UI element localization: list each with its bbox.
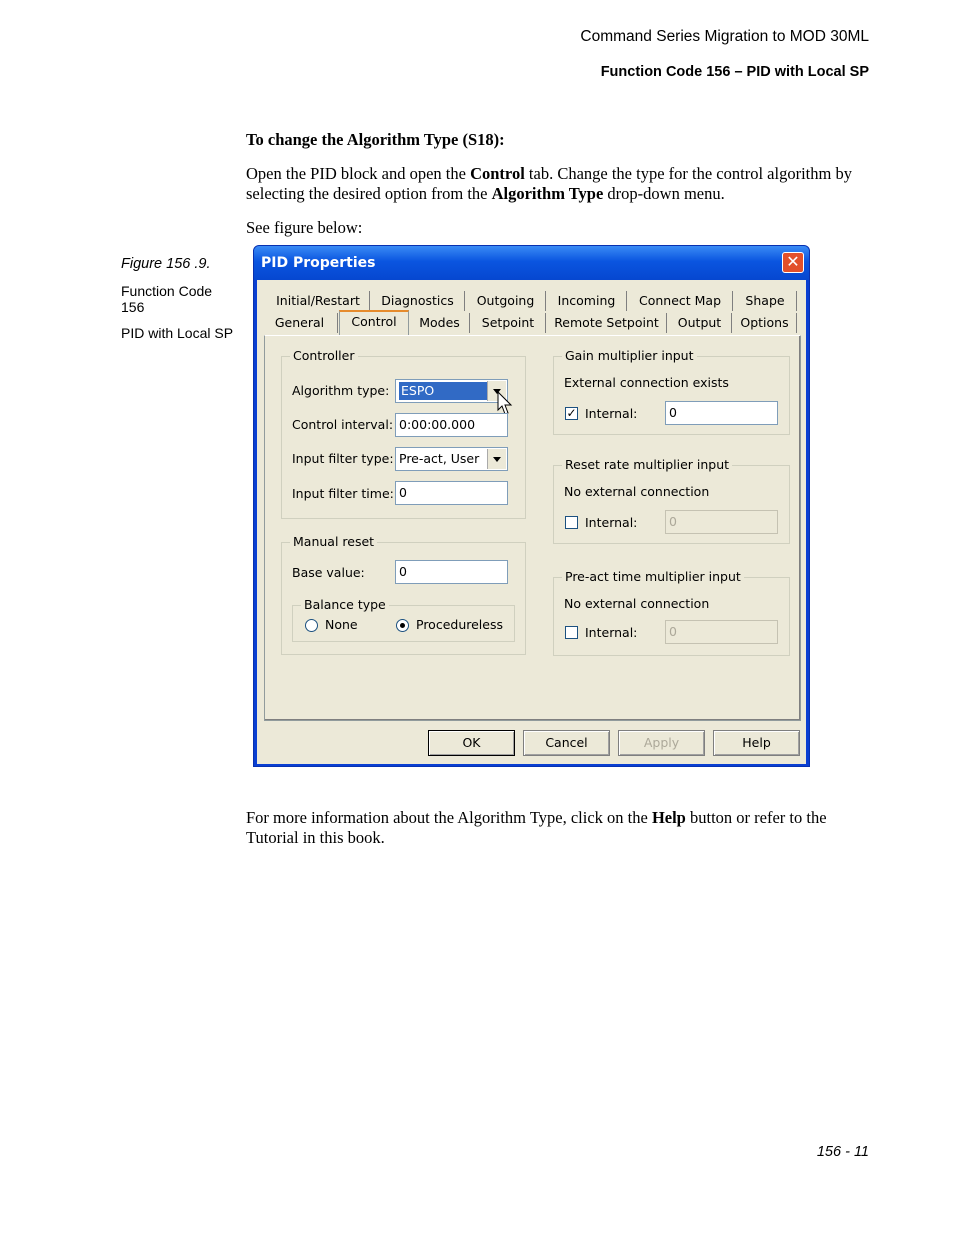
gain-internal-label: Internal: — [585, 406, 638, 421]
figure-caption: Figure 156 .9. — [121, 256, 211, 272]
manual-reset-group-label: Manual reset — [290, 534, 378, 549]
ok-button[interactable]: OK — [428, 730, 515, 756]
running-header-title: Command Series Migration to MOD 30ML — [580, 28, 869, 45]
input-filter-type-label: Input filter type: — [292, 451, 394, 466]
gain-multiplier-label: Gain multiplier input — [562, 348, 697, 363]
reset-internal-input[interactable]: 0 — [665, 510, 778, 534]
gain-multiplier-group: Gain multiplier input External connectio… — [553, 348, 790, 435]
tab-diagnostics[interactable]: Diagnostics — [371, 291, 465, 311]
control-interval-input[interactable]: 0:00:00.000 — [395, 413, 508, 437]
reset-internal-label: Internal: — [585, 515, 638, 530]
radio-none[interactable] — [305, 619, 318, 632]
dialog-title: PID Properties — [261, 255, 376, 271]
radio-none-label: None — [325, 617, 358, 632]
preact-time-multiplier-group: Pre-act time multiplier input No externa… — [553, 569, 790, 656]
tab-general[interactable]: General — [262, 313, 338, 333]
figure-label-function-code: Function Code 156 — [121, 283, 213, 315]
manual-reset-group: Manual reset Base value: 0 Balance type … — [281, 534, 526, 655]
algorithm-type-label: Algorithm type: — [292, 383, 390, 398]
tab-control[interactable]: Control — [339, 310, 409, 335]
see-figure-text: See figure below: — [246, 218, 363, 237]
tab-output[interactable]: Output — [668, 313, 732, 333]
controller-group: Controller Algorithm type: ESPO Control … — [281, 348, 526, 519]
close-icon[interactable]: ✕ — [782, 252, 804, 273]
base-value-label: Base value: — [292, 565, 365, 580]
radio-procedureless[interactable] — [396, 619, 409, 632]
reset-rate-multiplier-group: Reset rate multiplier input No external … — [553, 457, 790, 544]
base-value-input[interactable]: 0 — [395, 560, 508, 584]
algorithm-type-dropdown[interactable]: ESPO — [395, 379, 508, 403]
chevron-down-icon[interactable] — [487, 449, 506, 469]
tab-row-1: Initial/Restart Diagnostics Outgoing Inc… — [267, 291, 802, 311]
tab-modes[interactable]: Modes — [410, 313, 470, 333]
figure-label-pid: PID with Local SP — [121, 325, 234, 341]
running-header-section: Function Code 156 – PID with Local SP — [600, 64, 869, 80]
gain-internal-checkbox[interactable]: ✓ — [565, 407, 578, 420]
preact-internal-checkbox[interactable] — [565, 626, 578, 639]
cancel-button[interactable]: Cancel — [523, 730, 610, 756]
tab-options[interactable]: Options — [733, 313, 797, 333]
page-number: 156 - 11 — [816, 1144, 869, 1160]
algorithm-type-value: ESPO — [399, 382, 487, 400]
tab-remote-setpoint[interactable]: Remote Setpoint — [547, 313, 667, 333]
input-filter-type-value: Pre-act, User — [399, 451, 480, 466]
reset-internal-checkbox[interactable] — [565, 516, 578, 529]
tab-shape[interactable]: Shape — [734, 291, 797, 311]
preact-internal-label: Internal: — [585, 625, 638, 640]
balance-type-label: Balance type — [301, 597, 389, 612]
input-filter-type-dropdown[interactable]: Pre-act, User — [395, 447, 508, 471]
tab-initial-restart[interactable]: Initial/Restart — [267, 291, 370, 311]
reset-rate-multiplier-label: Reset rate multiplier input — [562, 457, 733, 472]
more-info-paragraph: For more information about the Algorithm… — [246, 808, 827, 847]
pid-properties-dialog: PID Properties ✕ Initial/Restart Diagnos… — [253, 245, 810, 767]
tab-connect-map[interactable]: Connect Map — [628, 291, 733, 311]
input-filter-time-input[interactable]: 0 — [395, 481, 508, 505]
balance-type-group: Balance type None Procedureless — [292, 597, 515, 642]
controller-group-label: Controller — [290, 348, 358, 363]
dialog-client-area: Initial/Restart Diagnostics Outgoing Inc… — [257, 280, 806, 764]
control-interval-label: Control interval: — [292, 417, 394, 432]
control-tab-panel: Controller Algorithm type: ESPO Control … — [264, 335, 801, 721]
preact-status-text: No external connection — [564, 596, 710, 611]
input-filter-time-label: Input filter time: — [292, 486, 394, 501]
help-button[interactable]: Help — [713, 730, 800, 756]
preact-time-multiplier-label: Pre-act time multiplier input — [562, 569, 744, 584]
reset-status-text: No external connection — [564, 484, 710, 499]
tab-setpoint[interactable]: Setpoint — [471, 313, 546, 333]
preact-internal-input[interactable]: 0 — [665, 620, 778, 644]
tab-outgoing[interactable]: Outgoing — [466, 291, 546, 311]
tab-row-2: General Control Modes Setpoint Remote Se… — [262, 310, 802, 335]
instruction-paragraph: Open the PID block and open the Control … — [246, 164, 852, 203]
section-heading: To change the Algorithm Type (S18): — [246, 130, 505, 149]
gain-status-text: External connection exists — [564, 375, 729, 390]
tab-incoming[interactable]: Incoming — [547, 291, 627, 311]
dialog-titlebar: PID Properties ✕ — [254, 246, 809, 280]
gain-internal-input[interactable]: 0 — [665, 401, 778, 425]
apply-button[interactable]: Apply — [618, 730, 705, 756]
radio-procedureless-label: Procedureless — [416, 617, 503, 632]
